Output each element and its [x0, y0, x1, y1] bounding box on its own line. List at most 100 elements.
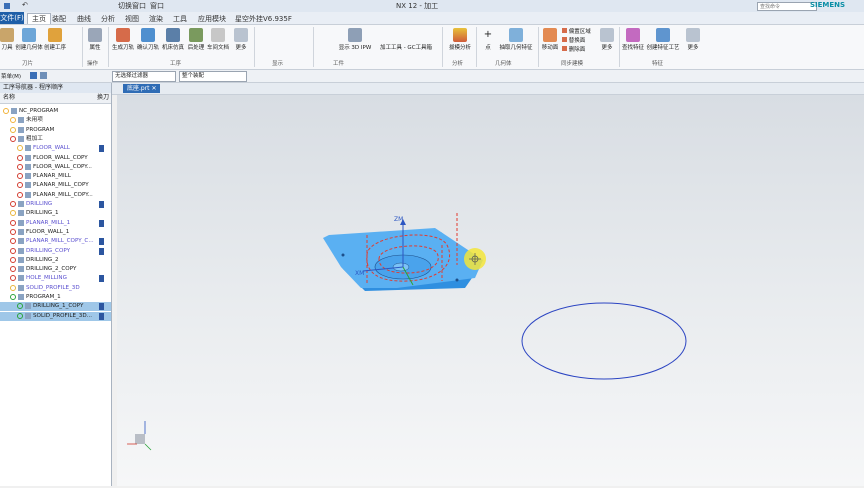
more-button-3[interactable]: 更多: [684, 28, 702, 51]
table-row[interactable]: PLANAR_MILL: [0, 172, 111, 181]
column-name[interactable]: 名称: [3, 93, 15, 103]
delete-face-button[interactable]: 删除面: [562, 45, 596, 53]
table-row[interactable]: 粗加工: [0, 135, 111, 144]
row-label: PLANAR_MILL: [33, 173, 71, 180]
find-feature-button[interactable]: 查找特征: [622, 28, 644, 51]
generate-path-button[interactable]: 生成刀轨: [111, 28, 135, 51]
file-menu-button[interactable]: 文件(F): [0, 12, 24, 24]
table-row[interactable]: HOLE_MILLING: [0, 274, 111, 283]
table-row[interactable]: PLANAR_MILL_1: [0, 219, 111, 228]
tab-application[interactable]: 应用模块: [198, 14, 226, 24]
table-row[interactable]: FLOOR_WALL_COPY...: [0, 163, 111, 172]
tool-change-icon: [99, 303, 104, 311]
more-button-2[interactable]: 更多: [598, 28, 616, 51]
status-ok-icon: [10, 294, 16, 300]
row-label: HOLE_MILLING: [26, 275, 67, 282]
tab-curve[interactable]: 曲线: [77, 14, 91, 24]
operation-type-icon: [18, 117, 24, 124]
window-menu[interactable]: 窗口: [150, 1, 164, 11]
status-ok-icon: [17, 312, 23, 319]
table-row[interactable]: DRILLING_1: [0, 209, 111, 218]
postprocess-button[interactable]: 后处理: [186, 28, 206, 51]
more-icon: [600, 28, 614, 42]
replace-face-button[interactable]: 替换面: [562, 36, 596, 44]
find-feature-icon: [626, 28, 640, 42]
row-label: PROGRAM_1: [26, 294, 61, 300]
gc-toolbox-button[interactable]: 加工工具 - GC工具箱: [378, 43, 434, 51]
move-face-button[interactable]: 移动面: [540, 28, 560, 51]
tool-change-icon: [99, 219, 104, 227]
shop-doc-icon: [211, 28, 225, 42]
xm-label: XM: [355, 270, 364, 277]
table-row[interactable]: DRILLING_2_COPY: [0, 265, 111, 274]
create-feature-process-button[interactable]: 创建特征工艺: [646, 28, 680, 51]
verify-path-button[interactable]: 确认刀轨: [136, 28, 160, 51]
table-row[interactable]: DRILLING_1_COPY: [0, 302, 111, 312]
geometry-icon: [22, 28, 36, 42]
row-label: DRILLING_1_COPY: [33, 303, 84, 310]
table-row[interactable]: SOLID_PROFILE_3D: [0, 284, 111, 293]
row-label: DRILLING: [26, 201, 53, 207]
create-geometry-button[interactable]: 创建几何体: [14, 28, 44, 51]
table-row[interactable]: DRILLING: [0, 200, 111, 209]
switch-window-button[interactable]: 切换窗口: [118, 1, 146, 11]
document-tab[interactable]: 底座.prt ✕: [123, 84, 161, 93]
row-label: PROGRAM: [26, 126, 55, 133]
tab-home[interactable]: 主页: [27, 13, 51, 24]
draft-analysis-icon: [453, 28, 467, 42]
zm-label: ZM: [394, 216, 403, 223]
point-button[interactable]: + 点: [480, 28, 496, 51]
properties-button[interactable]: 属性: [86, 28, 104, 51]
offset-region-button[interactable]: 偏置区域: [562, 27, 596, 35]
status-icon: [17, 145, 23, 152]
tool-button[interactable]: 刀具: [0, 28, 14, 51]
graphics-viewport[interactable]: ZM XM: [117, 95, 864, 486]
show-ipw-button[interactable]: 显示 3D IPW: [337, 28, 373, 51]
table-row[interactable]: FLOOR_WALL_COPY: [0, 154, 111, 163]
create-operation-button[interactable]: 创建工序: [44, 28, 66, 51]
extract-geometry-button[interactable]: 抽取几何特征: [498, 28, 534, 51]
table-row[interactable]: SOLID_PROFILE_3D...: [0, 311, 111, 321]
column-tool-change[interactable]: 换刀: [97, 93, 109, 103]
shop-doc-button[interactable]: 车间文档: [207, 28, 229, 51]
row-label: FLOOR_WALL_1: [26, 228, 70, 235]
assembly-scope-dropdown[interactable]: 整个装配: [179, 71, 247, 82]
table-row[interactable]: PLANAR_MILL_COPY: [0, 181, 111, 190]
table-row[interactable]: FLOOR_WALL: [0, 144, 111, 153]
menu-button[interactable]: 菜单(M): [1, 72, 21, 80]
tab-analysis[interactable]: 分析: [101, 14, 115, 24]
more-button-1[interactable]: 更多: [231, 28, 251, 51]
select-icon[interactable]: [30, 72, 37, 79]
tool-icon: [0, 28, 14, 42]
tab-plugin[interactable]: 星空外挂V6.935F: [235, 14, 292, 24]
status-icon: [10, 117, 16, 124]
table-row[interactable]: NC_PROGRAM: [0, 107, 111, 116]
snap-icon[interactable]: [40, 72, 47, 79]
tab-tools[interactable]: 工具: [173, 14, 187, 24]
draft-analysis-button[interactable]: 拔模分析: [447, 28, 473, 51]
save-icon[interactable]: [4, 3, 10, 9]
operation-type-icon: [18, 266, 24, 273]
table-row[interactable]: PLANAR_MILL_COPY...: [0, 191, 111, 200]
table-row[interactable]: FLOOR_WALL_1: [0, 228, 111, 237]
table-row[interactable]: DRILLING_COPY: [0, 247, 111, 256]
group-label-display: 显示: [272, 61, 284, 67]
feature-process-icon: [656, 28, 670, 42]
table-row[interactable]: 未用项: [0, 116, 111, 125]
selection-filter-dropdown[interactable]: 无选择过滤器: [112, 71, 176, 82]
table-row[interactable]: DRILLING_2: [0, 256, 111, 265]
group-label-blade: 刀片: [22, 61, 34, 67]
machine-sim-button[interactable]: 机床仿真: [161, 28, 185, 51]
circle-curve[interactable]: [521, 302, 687, 380]
tab-view[interactable]: 视图: [125, 14, 139, 24]
table-row[interactable]: PLANAR_MILL_COPY_C...: [0, 237, 111, 246]
table-row[interactable]: PROGRAM: [0, 126, 111, 135]
tab-render[interactable]: 渲染: [149, 14, 163, 24]
table-row[interactable]: PROGRAM_1: [0, 293, 111, 302]
undo-icon[interactable]: ↶: [22, 1, 28, 9]
tab-assembly[interactable]: 装配: [52, 14, 66, 24]
navigator-column-header: 名称 换刀: [0, 93, 111, 104]
status-no-icon: [10, 266, 16, 273]
command-search-input[interactable]: [757, 2, 817, 11]
row-label: FLOOR_WALL_COPY...: [33, 163, 92, 170]
